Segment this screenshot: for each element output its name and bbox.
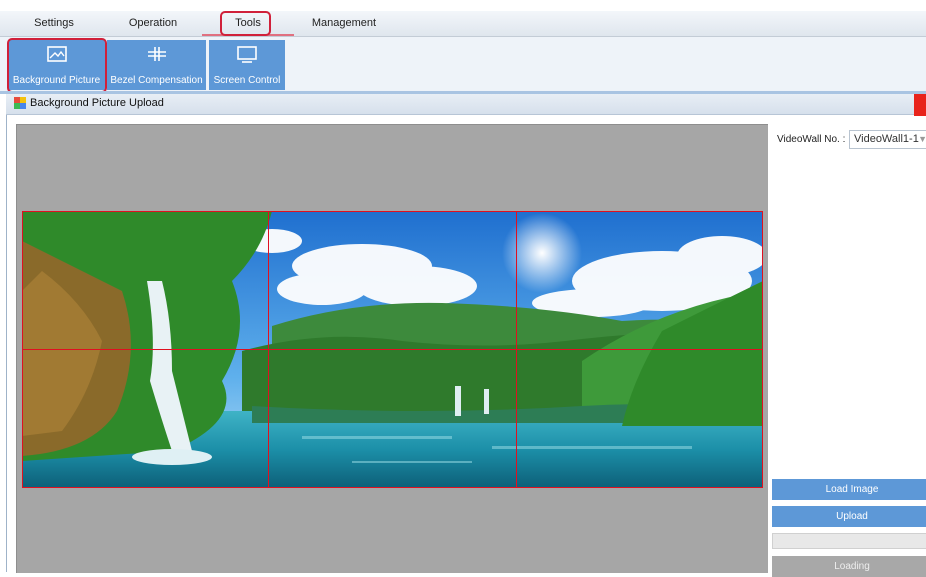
loading-button: Loading: [772, 556, 926, 577]
close-icon[interactable]: [914, 94, 926, 116]
menu-bar: Settings Operation Tools Management: [0, 11, 926, 37]
tab-settings[interactable]: Settings: [18, 11, 90, 36]
videowall-select-value: VideoWall1-1: [854, 133, 919, 145]
monitor-icon: [237, 46, 257, 67]
upload-progress-bar: [772, 533, 926, 549]
panel-header: Background Picture Upload: [6, 94, 926, 116]
upload-button[interactable]: Upload: [772, 506, 926, 527]
screen-control-button[interactable]: Screen Control: [209, 40, 285, 90]
bezel-compensation-icon: [147, 46, 167, 65]
side-panel: VideoWall No. : VideoWall1-1 ▼ Load Imag…: [768, 124, 926, 577]
background-picture-preview: [22, 211, 763, 488]
screen-control-label: Screen Control: [213, 75, 281, 86]
load-image-button[interactable]: Load Image: [772, 479, 926, 500]
picture-upload-icon: [14, 97, 26, 109]
bezel-compensation-label: Bezel Compensation: [110, 75, 203, 86]
videowall-label: VideoWall No. :: [777, 134, 846, 145]
left-border: [6, 115, 7, 572]
bezel-compensation-button[interactable]: Bezel Compensation: [107, 40, 206, 90]
tools-highlight-frame: [220, 11, 271, 36]
panel-title: Background Picture Upload: [30, 97, 164, 109]
grid-line-horizontal: [22, 349, 763, 350]
tab-operation[interactable]: Operation: [117, 11, 189, 36]
videowall-select[interactable]: VideoWall1-1 ▼: [849, 130, 926, 149]
tab-management[interactable]: Management: [306, 11, 382, 36]
background-picture-highlight-frame: [7, 38, 107, 93]
chevron-down-icon: ▼: [918, 131, 926, 148]
toolbar: Background Picture Bezel Compensation Sc…: [0, 37, 926, 91]
